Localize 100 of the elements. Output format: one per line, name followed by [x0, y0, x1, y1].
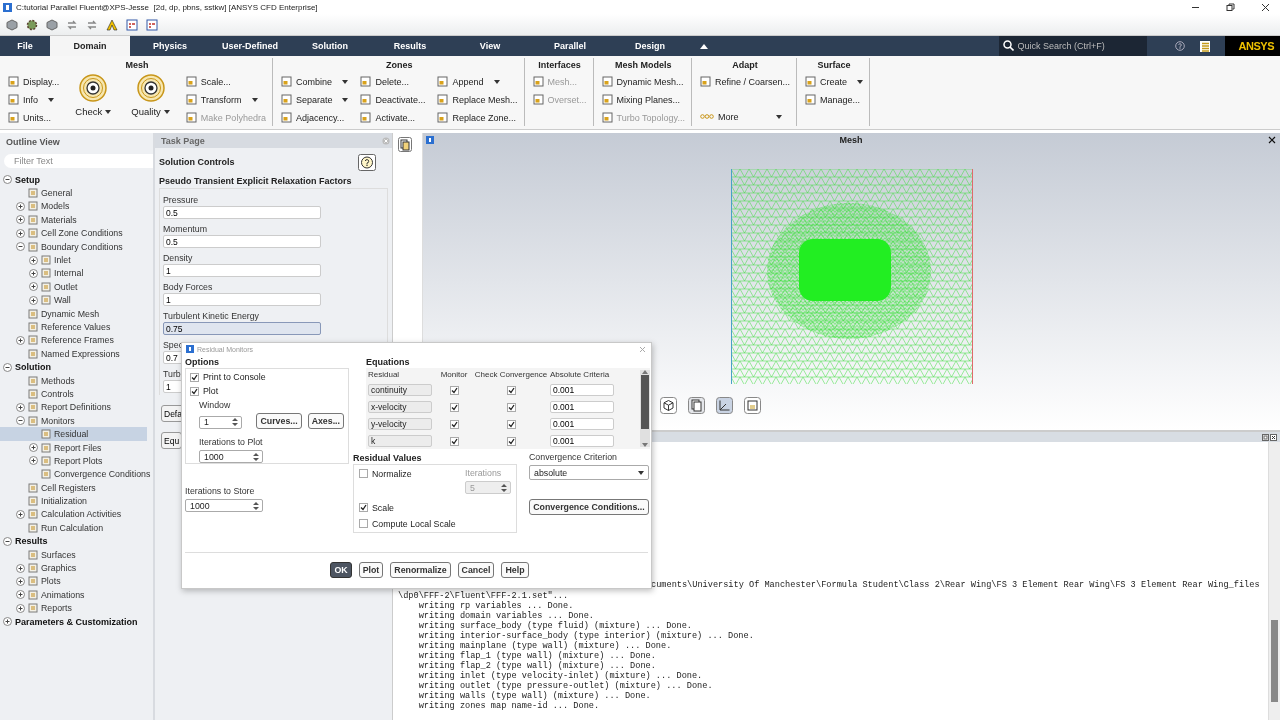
criteria-field[interactable]: 0.001	[550, 435, 614, 447]
tree-item[interactable]: Inlet	[0, 253, 153, 267]
tree-item[interactable]: Outlet	[0, 280, 153, 294]
tree-item[interactable]: Reference Frames	[0, 333, 153, 348]
help-icon[interactable]	[1174, 41, 1185, 51]
axes-icon[interactable]	[716, 396, 733, 414]
ribbon-tab[interactable]: Parallel	[530, 36, 610, 56]
checkbox[interactable]	[449, 385, 459, 395]
close-icon[interactable]	[1268, 136, 1276, 144]
spin-field[interactable]: 1000	[199, 450, 263, 463]
restore-icon[interactable]	[1226, 2, 1235, 12]
search-field[interactable]: Quick Search (Ctrl+F)	[998, 36, 1147, 56]
tree-item[interactable]: Graphics	[0, 561, 153, 575]
checkbox[interactable]	[190, 386, 199, 396]
tree-item[interactable]: Report Files	[0, 440, 153, 455]
ribbon-button[interactable]: Deactivate...	[358, 91, 428, 108]
tree-item[interactable]: Methods	[0, 373, 153, 388]
help-icon[interactable]	[358, 153, 376, 171]
checkbox[interactable]	[190, 372, 199, 382]
expand-icon[interactable]	[16, 590, 25, 600]
text-field[interactable]: 1	[163, 293, 321, 306]
collapse-icon[interactable]	[3, 362, 12, 372]
expand-icon[interactable]	[16, 402, 25, 412]
ribbon-button[interactable]: Replace Zone...	[435, 109, 520, 126]
criteria-field[interactable]: 0.001	[550, 418, 614, 430]
spin-arrows-icon[interactable]	[253, 500, 259, 511]
expand-icon[interactable]	[29, 456, 38, 466]
tree-item[interactable]: Named Expressions	[0, 347, 153, 361]
dialog-button[interactable]: Cancel	[457, 562, 495, 578]
expand-icon[interactable]	[29, 268, 38, 278]
ribbon-button[interactable]: Combine	[278, 73, 351, 90]
ribbon-button[interactable]: Quality	[125, 73, 176, 126]
tree-item[interactable]: Dynamic Mesh	[0, 306, 153, 321]
ribbon-button[interactable]: Create	[802, 73, 865, 90]
arrows-icon[interactable]	[66, 18, 78, 31]
ribbon-button[interactable]: Scale...	[183, 73, 268, 90]
scrollbar[interactable]	[640, 370, 650, 447]
text-field[interactable]: 0.75	[163, 322, 321, 335]
tree-item[interactable]: Models	[0, 199, 153, 214]
expand-icon[interactable]	[29, 295, 38, 305]
dialog-button[interactable]: Curves...	[256, 413, 302, 429]
pages-icon[interactable]	[688, 396, 705, 414]
expand-icon[interactable]	[3, 617, 12, 627]
tree-item[interactable]: Results	[0, 534, 153, 548]
tree-item[interactable]: Cell Zone Conditions	[0, 226, 153, 240]
ribbon-button[interactable]: Append	[435, 73, 520, 90]
pages-icon[interactable]	[398, 137, 412, 152]
ribbon-button[interactable]: Replace Mesh...	[435, 91, 520, 108]
ribbon-tab[interactable]: Design	[610, 36, 690, 56]
tree-item[interactable]: Internal	[0, 266, 153, 281]
expand-icon[interactable]	[16, 215, 25, 225]
tree-item[interactable]: Run Calculation	[0, 521, 153, 535]
checkbox[interactable]	[506, 419, 516, 429]
tree-item[interactable]: Parameters & Customization	[0, 614, 153, 629]
tree-item[interactable]: Cell Registers	[0, 481, 153, 495]
scrollbar[interactable]	[1268, 442, 1280, 720]
ribbon-button[interactable]: Adjacency...	[278, 109, 351, 126]
filter-field[interactable]: Filter Text	[4, 154, 153, 168]
tree-item[interactable]: Plots	[0, 574, 153, 589]
tree-item[interactable]: Report Definitions	[0, 400, 153, 415]
dropdown[interactable]: absolute	[529, 465, 649, 480]
collapse-icon[interactable]	[16, 416, 25, 426]
expand-icon[interactable]	[16, 201, 25, 211]
tree-item[interactable]: Convergence Conditions	[0, 467, 153, 481]
text-field[interactable]: 1	[163, 264, 321, 277]
collapse-icon[interactable]	[3, 175, 12, 185]
expand-icon[interactable]	[16, 563, 25, 573]
spin-arrows-icon[interactable]	[253, 451, 259, 462]
tree-item[interactable]: Surfaces	[0, 547, 153, 562]
expand-icon[interactable]	[29, 282, 38, 292]
tree-item[interactable]: General	[0, 186, 153, 200]
tree-item[interactable]: Residual	[0, 427, 147, 441]
spin-field[interactable]: 1	[199, 415, 243, 429]
ribbon-button[interactable]: Delete...	[358, 73, 428, 90]
ribbon-button[interactable]: Check	[69, 73, 118, 126]
ribbon-button[interactable]: Transform	[183, 91, 268, 108]
close-icon[interactable]	[1261, 2, 1270, 12]
expand-icon[interactable]	[16, 335, 25, 345]
collapse-icon[interactable]	[700, 43, 708, 49]
dialog-button[interactable]: Renormalize	[390, 562, 451, 578]
chart-icon[interactable]	[146, 18, 158, 31]
collapse-icon[interactable]	[3, 536, 12, 546]
checkbox[interactable]	[449, 419, 459, 429]
criteria-field[interactable]: 0.001	[550, 401, 614, 413]
tree-item[interactable]: Controls	[0, 387, 153, 401]
tree-item[interactable]: Reference Values	[0, 320, 153, 334]
expand-icon[interactable]	[16, 603, 25, 613]
ribbon-button[interactable]: Dynamic Mesh...	[599, 73, 687, 90]
tree-item[interactable]: Materials	[0, 213, 153, 227]
dialog-button[interactable]: Plot	[358, 562, 384, 578]
ribbon-tab[interactable]: Physics	[130, 36, 210, 56]
checkbox[interactable]	[506, 402, 516, 412]
tree-item[interactable]: Monitors	[0, 414, 153, 428]
tree-item[interactable]: Initialization	[0, 494, 153, 508]
criteria-field[interactable]: 0.001	[550, 384, 614, 396]
ribbon-tab[interactable]: Results	[370, 36, 450, 56]
checkbox[interactable]	[449, 402, 459, 412]
ribbon-tab[interactable]: Domain	[50, 36, 130, 56]
tree-item[interactable]: Report Plots	[0, 454, 153, 468]
cube-icon[interactable]	[660, 396, 677, 414]
